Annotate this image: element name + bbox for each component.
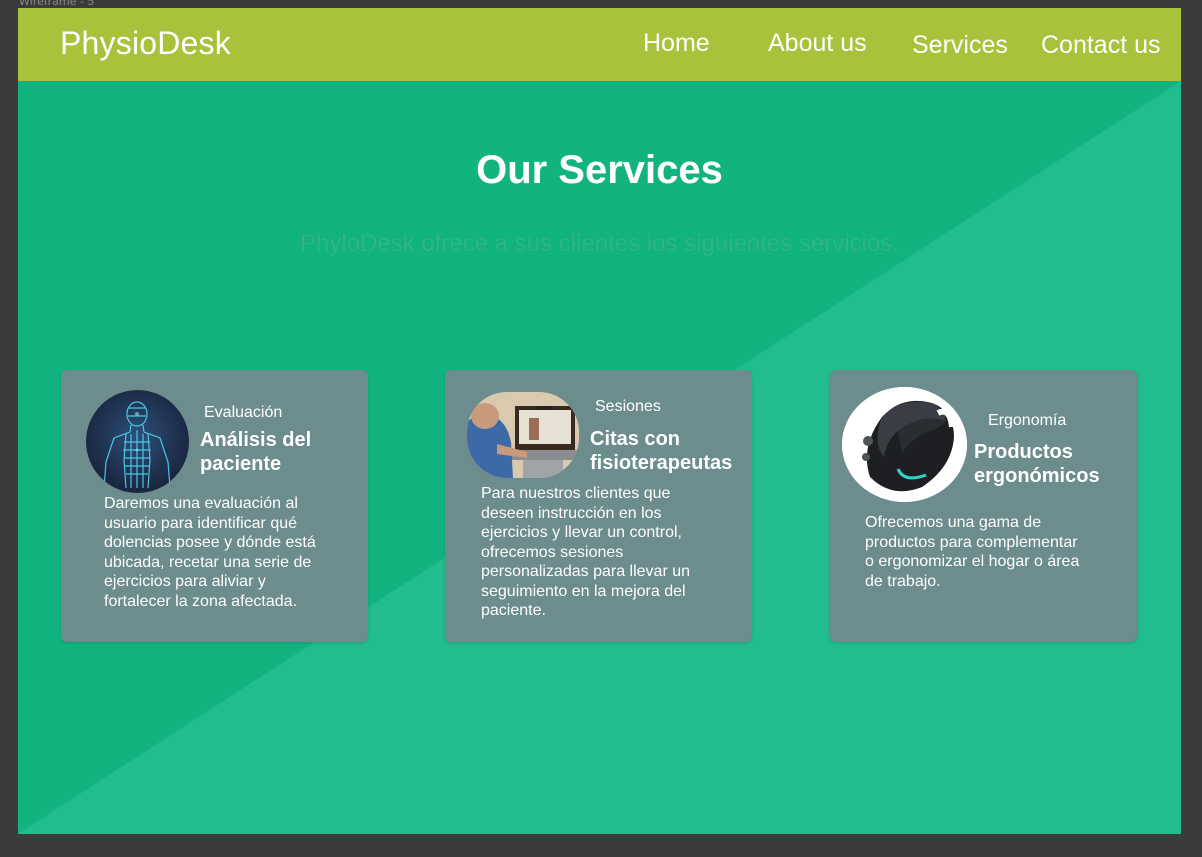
- nav-home[interactable]: Home: [643, 29, 710, 58]
- video-session-image: [467, 392, 579, 478]
- card-title-line: Productos: [974, 441, 1073, 463]
- card-text-line: productos para complementar: [865, 533, 1078, 551]
- card-text-line: usuario para identificar qué: [104, 514, 298, 532]
- card-title-line: Citas con: [590, 428, 681, 450]
- card-text-line: de trabajo.: [865, 572, 941, 590]
- ergonomic-mouse-image: [842, 387, 967, 502]
- card-text-line: ofrecemos sesiones: [481, 543, 624, 561]
- card-text-line: Daremos una evaluación al: [104, 495, 298, 512]
- card-text-line: o ergonomizar el hogar o área: [865, 553, 1080, 570]
- card-title-line: paciente: [200, 453, 282, 475]
- body-scan-image: [86, 390, 189, 493]
- card-kicker: Sesiones: [595, 398, 661, 415]
- card-description: Daremos una evaluación al usuario para i…: [104, 494, 316, 611]
- card-description: Para nuestros clientes que deseen instru…: [481, 484, 690, 621]
- card-title-line: ergonómicos: [974, 465, 1100, 487]
- card-title: Citas con fisioterapeutas: [590, 427, 760, 475]
- card-text-line: Ofrecemos una gama de: [865, 514, 1042, 531]
- card-text-line: paciente.: [481, 602, 546, 619]
- navbar: PhysioDesk Home About us Services Contac…: [18, 8, 1181, 81]
- card-kicker: Evaluación: [204, 404, 283, 421]
- service-card-evaluacion[interactable]: Evaluación Análisis del paciente Daremos…: [61, 370, 368, 642]
- brand-logo[interactable]: PhysioDesk: [60, 25, 231, 62]
- nav-about-us[interactable]: About us: [768, 29, 867, 58]
- card-text-line: ubicada, recetar una serie de: [104, 553, 312, 571]
- card-text-line: dolencias posee y dónde está: [104, 534, 316, 551]
- page-title: Our Services: [476, 148, 723, 192]
- card-text-line: ejercicios y llevar un control,: [481, 524, 682, 541]
- card-text-line: fortalecer la zona afectada.: [104, 592, 298, 610]
- service-card-sesiones[interactable]: Sesiones Citas con fisioterapeutas Para …: [445, 370, 752, 642]
- card-description: Ofrecemos una gama de productos para com…: [865, 513, 1079, 591]
- card-text-line: Para nuestros clientes que: [481, 485, 671, 502]
- card-title: Productos ergonómicos: [974, 440, 1144, 488]
- card-title-line: Análisis del: [200, 429, 312, 451]
- page-subtitle: PhyloDesk ofrece a sus clientes los sigu…: [300, 230, 899, 257]
- card-text-line: seguimiento en la mejora del: [481, 582, 686, 600]
- card-text-line: deseen instrucción en los: [481, 504, 662, 522]
- nav-contact-us[interactable]: Contact us: [1041, 31, 1161, 60]
- card-text-line: personalizadas para llevar un: [481, 563, 691, 580]
- card-kicker: Ergonomía: [988, 412, 1067, 429]
- nav-services[interactable]: Services: [912, 31, 1008, 60]
- card-title-line: fisioterapeutas: [590, 452, 733, 474]
- card-title: Análisis del paciente: [200, 428, 370, 476]
- frame-label: Wireframe - 5: [19, 0, 95, 8]
- service-card-ergonomia[interactable]: Ergonomía Productos ergonómicos Ofrecemo…: [830, 370, 1137, 642]
- page-frame: PhysioDesk Home About us Services Contac…: [18, 8, 1181, 834]
- card-text-line: ejercicios para aliviar y: [104, 573, 266, 590]
